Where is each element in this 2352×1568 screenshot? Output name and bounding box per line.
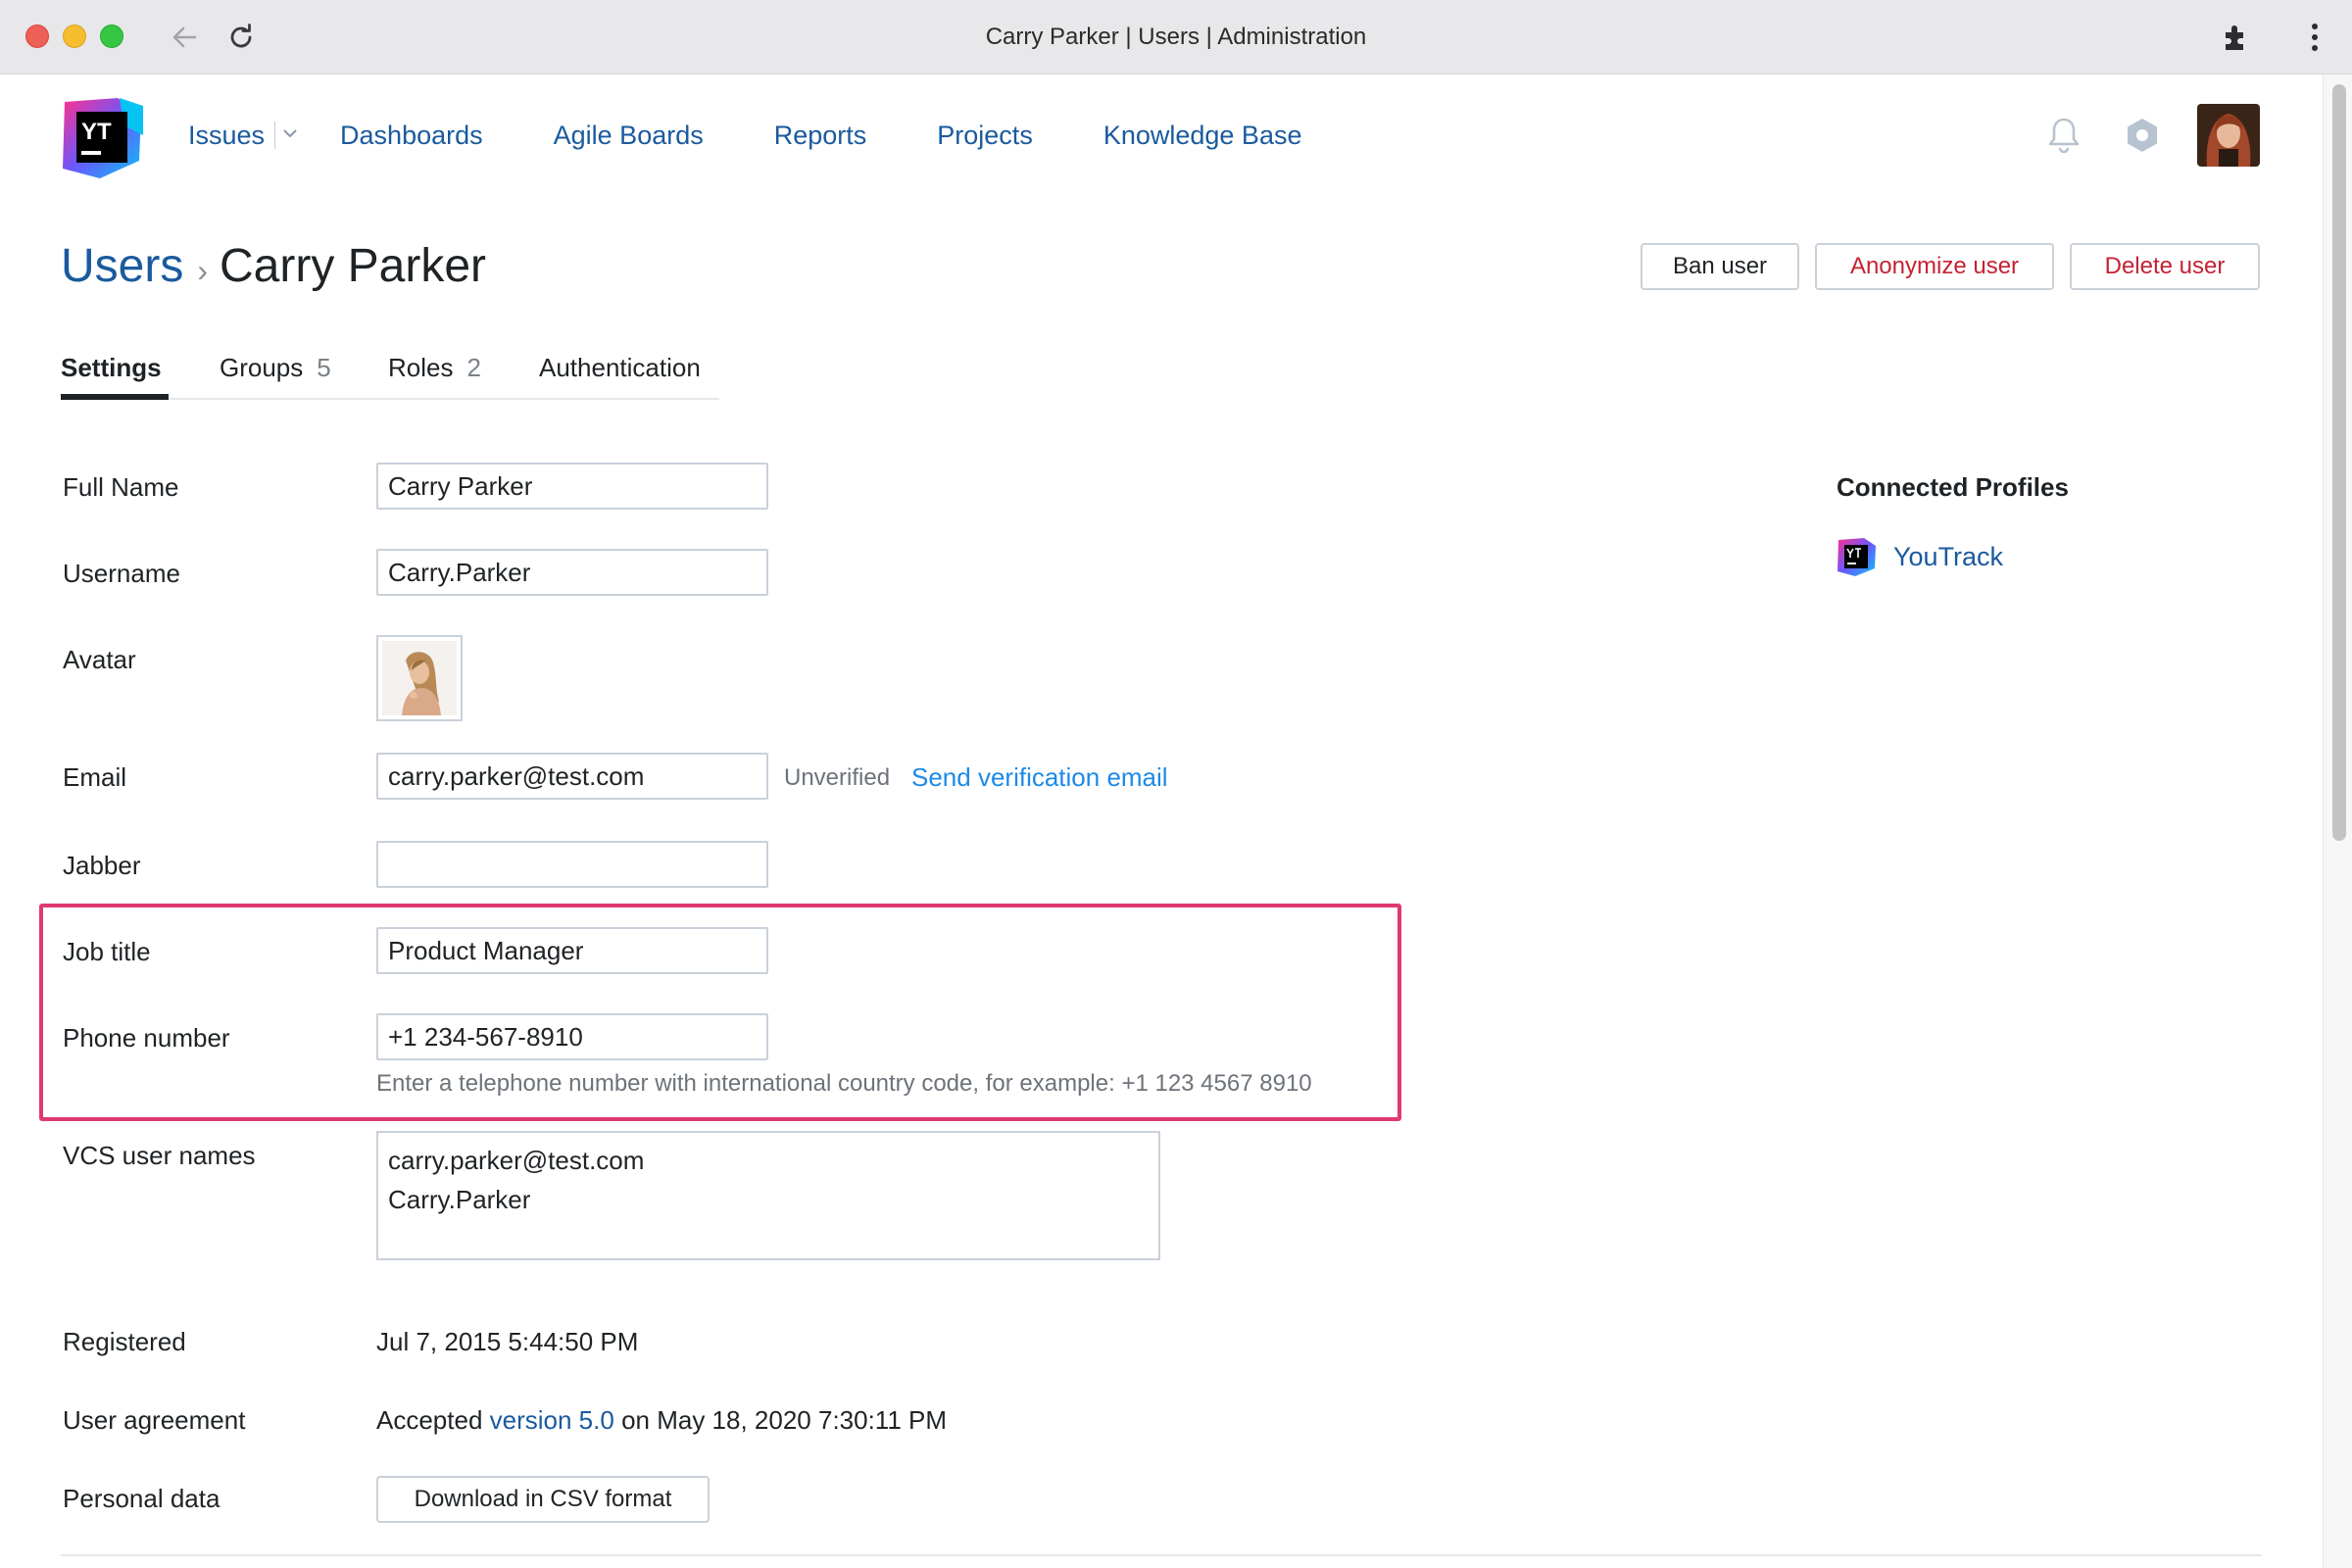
send-verification-link[interactable]: Send verification email [911, 762, 1168, 793]
tab-groups[interactable]: Groups 5 [220, 353, 331, 383]
phone-number-input[interactable] [376, 1013, 768, 1060]
tab-authentication-label: Authentication [539, 353, 701, 382]
nav-reports[interactable]: Reports [774, 121, 867, 151]
scrollbar-thumb[interactable] [2332, 84, 2346, 841]
more-vertical-icon[interactable] [2295, 18, 2334, 57]
username-label: Username [63, 559, 180, 588]
jabber-input[interactable] [376, 841, 768, 888]
active-tab-indicator [61, 394, 169, 400]
vcs-user-names-label: VCS user names [63, 1141, 256, 1170]
delete-user-button[interactable]: Delete user [2070, 243, 2260, 290]
tab-settings-label: Settings [61, 353, 162, 382]
registered-value: Jul 7, 2015 5:44:50 PM [376, 1327, 639, 1356]
job-title-label: Job title [63, 937, 151, 966]
breadcrumb-users-link[interactable]: Users [61, 239, 183, 293]
tab-authentication[interactable]: Authentication [539, 353, 701, 383]
vcs-user-names-textarea[interactable]: carry.parker@test.com Carry.Parker [376, 1131, 1160, 1260]
email-status: Unverified [784, 764, 891, 791]
tab-settings[interactable]: Settings [61, 353, 162, 383]
nav-dashboards[interactable]: Dashboards [340, 121, 483, 151]
tab-roles-label: Roles [388, 353, 454, 382]
job-title-input[interactable] [376, 927, 768, 974]
jabber-label: Jabber [63, 851, 141, 880]
agreement-prefix: Accepted [376, 1405, 483, 1435]
download-csv-button[interactable]: Download in CSV format [376, 1476, 710, 1523]
nav-projects[interactable]: Projects [937, 121, 1033, 151]
anonymize-user-button[interactable]: Anonymize user [1815, 243, 2054, 290]
bell-icon[interactable] [2042, 114, 2085, 157]
vcs-user-name: Carry.Parker [388, 1185, 531, 1214]
tab-groups-label: Groups [220, 353, 304, 382]
phone-number-hint: Enter a telephone number with internatio… [376, 1070, 1312, 1097]
user-agreement-value: Accepted version 5.0 on May 18, 2020 7:3… [376, 1405, 947, 1436]
vcs-user-name: carry.parker@test.com [388, 1146, 645, 1175]
connected-profiles-title: Connected Profiles [1837, 472, 2069, 502]
tab-groups-count: 5 [317, 353, 331, 382]
email-label: Email [63, 762, 127, 792]
email-input[interactable] [376, 753, 768, 800]
full-name-label: Full Name [63, 472, 179, 502]
connected-profile-youtrack[interactable]: YouTrack [1837, 537, 2003, 576]
nav-issues-group: Issues [188, 121, 299, 151]
tab-roles[interactable]: Roles 2 [388, 353, 481, 383]
agreement-version-link[interactable]: version 5.0 [490, 1405, 614, 1435]
agreement-date: on May 18, 2020 7:30:11 PM [621, 1405, 948, 1435]
breadcrumb: Users › Carry Parker [61, 239, 486, 293]
avatar-label: Avatar [63, 645, 136, 674]
personal-data-label: Personal data [63, 1484, 220, 1513]
browser-tab-title: Carry Parker | Users | Administration [985, 24, 1367, 50]
user-tabs: Settings Groups 5 Roles 2 Authentication [61, 345, 719, 400]
avatar-image[interactable] [376, 635, 463, 721]
phone-number-label: Phone number [63, 1023, 230, 1053]
section-divider [61, 1554, 2262, 1556]
nav-agile-boards[interactable]: Agile Boards [554, 121, 704, 151]
page-title: Carry Parker [220, 240, 487, 292]
youtrack-logo-icon [1838, 538, 1876, 576]
nav-knowledge-base[interactable]: Knowledge Base [1103, 121, 1302, 151]
connected-profile-label: YouTrack [1893, 541, 2004, 571]
nav-issues[interactable]: Issues [188, 121, 265, 151]
user-avatar[interactable] [2197, 104, 2260, 167]
breadcrumb-separator: › [197, 253, 208, 288]
tab-roles-count: 2 [466, 353, 481, 382]
youtrack-logo-icon[interactable]: YT [61, 96, 143, 178]
logo-text: YT [81, 119, 112, 145]
ban-user-button[interactable]: Ban user [1641, 243, 1799, 290]
browser-toolbar: Carry Parker | Users | Administration [0, 0, 2352, 74]
registered-label: Registered [63, 1327, 186, 1356]
nav-divider [274, 122, 276, 149]
user-agreement-label: User agreement [63, 1405, 246, 1435]
username-input[interactable] [376, 549, 768, 596]
settings-icon[interactable] [2121, 114, 2164, 157]
full-name-input[interactable] [376, 463, 768, 510]
puzzle-extension-icon[interactable] [2217, 18, 2256, 57]
chevron-down-icon[interactable] [281, 126, 299, 145]
main-navigation: Issues Dashboards Agile Boards Reports P… [188, 118, 1372, 153]
